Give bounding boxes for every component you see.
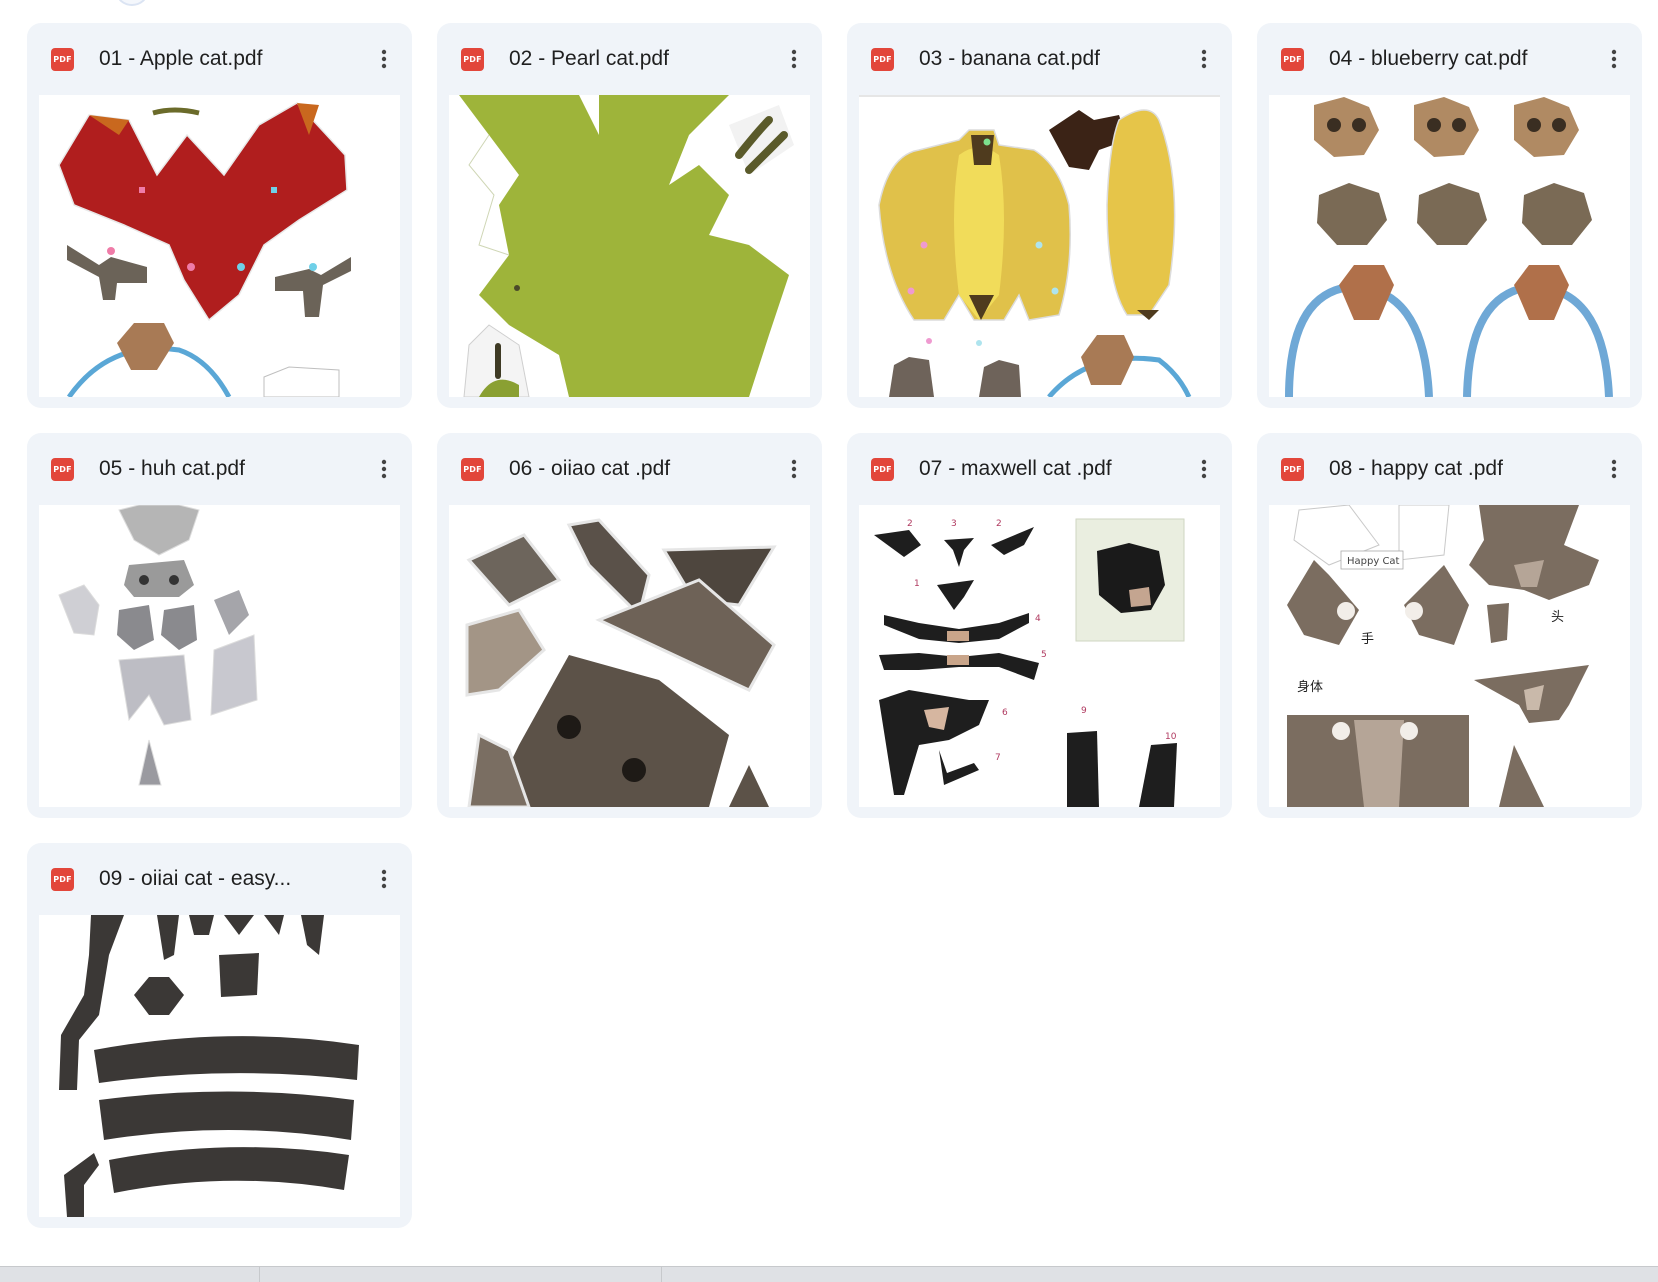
happy-cat-label: Happy Cat — [1347, 556, 1400, 567]
pdf-icon: PDF — [51, 458, 74, 481]
file-name[interactable]: 04 - blueberry cat.pdf — [1329, 47, 1579, 71]
file-thumbnail[interactable] — [449, 95, 810, 397]
file-thumbnail[interactable]: 2 3 2 1 4 5 6 7 9 10 — [859, 505, 1220, 807]
more-actions-button[interactable] — [370, 43, 398, 75]
file-name[interactable]: 03 - banana cat.pdf — [919, 47, 1169, 71]
part-number: 7 — [995, 753, 1001, 763]
part-number: 6 — [1002, 708, 1008, 718]
pdf-icon: PDF — [51, 48, 74, 71]
part-number: 4 — [1035, 614, 1041, 624]
file-thumbnail[interactable] — [39, 95, 400, 397]
more-vertical-icon — [1201, 459, 1207, 479]
file-card[interactable]: PDF 06 - oiiao cat .pdf — [437, 433, 822, 818]
file-card[interactable]: PDF 03 - banana cat.pdf — [847, 23, 1232, 408]
file-card-header[interactable]: PDF 03 - banana cat.pdf — [847, 23, 1232, 95]
part-number: 5 — [1041, 650, 1047, 660]
part-number: 2 — [907, 519, 913, 529]
file-thumbnail[interactable] — [39, 915, 400, 1217]
pdf-icon: PDF — [871, 48, 894, 71]
more-vertical-icon — [791, 49, 797, 69]
file-card-header[interactable]: PDF 06 - oiiao cat .pdf — [437, 433, 822, 505]
part-number: 2 — [996, 519, 1002, 529]
file-card[interactable]: PDF 02 - Pearl cat.pdf — [437, 23, 822, 408]
more-actions-button[interactable] — [1600, 43, 1628, 75]
file-card-header[interactable]: PDF 04 - blueberry cat.pdf — [1257, 23, 1642, 95]
file-thumbnail[interactable] — [39, 505, 400, 807]
file-grid: PDF 01 - Apple cat.pdf PDF 02 - Pearl ca… — [27, 23, 1642, 1228]
file-card-header[interactable]: PDF 08 - happy cat .pdf — [1257, 433, 1642, 505]
file-card-header[interactable]: PDF 09 - oiiai cat - easy... — [27, 843, 412, 915]
more-actions-button[interactable] — [370, 453, 398, 485]
pdf-icon: PDF — [1281, 458, 1304, 481]
more-actions-button[interactable] — [780, 453, 808, 485]
pdf-icon: PDF — [871, 458, 894, 481]
file-card[interactable]: PDF 08 - happy cat .pdf Happy Cat 手 头 身体 — [1257, 433, 1642, 818]
part-number: 1 — [914, 579, 920, 589]
file-card[interactable]: PDF 05 - huh cat.pdf — [27, 433, 412, 818]
more-actions-button[interactable] — [780, 43, 808, 75]
scroll-indicator — [116, 0, 148, 6]
hand-label: 手 — [1361, 632, 1374, 647]
file-card-header[interactable]: PDF 02 - Pearl cat.pdf — [437, 23, 822, 95]
pdf-icon: PDF — [461, 458, 484, 481]
more-vertical-icon — [381, 49, 387, 69]
file-thumbnail[interactable] — [1269, 95, 1630, 397]
pdf-icon: PDF — [51, 868, 74, 891]
more-vertical-icon — [381, 459, 387, 479]
file-name[interactable]: 02 - Pearl cat.pdf — [509, 47, 759, 71]
more-vertical-icon — [1611, 49, 1617, 69]
part-number: 9 — [1081, 706, 1087, 716]
more-vertical-icon — [1611, 459, 1617, 479]
file-card[interactable]: PDF 01 - Apple cat.pdf — [27, 23, 412, 408]
file-thumbnail[interactable]: Happy Cat 手 头 身体 — [1269, 505, 1630, 807]
file-card[interactable]: PDF 04 - blueberry cat.pdf — [1257, 23, 1642, 408]
more-actions-button[interactable] — [1600, 453, 1628, 485]
file-name[interactable]: 09 - oiiai cat - easy... — [99, 867, 349, 891]
part-number: 10 — [1165, 732, 1177, 742]
file-name[interactable]: 01 - Apple cat.pdf — [99, 47, 349, 71]
file-name[interactable]: 08 - happy cat .pdf — [1329, 457, 1579, 481]
file-card-header[interactable]: PDF 01 - Apple cat.pdf — [27, 23, 412, 95]
file-thumbnail[interactable] — [859, 95, 1220, 397]
drive-file-grid-page: PDF 01 - Apple cat.pdf PDF 02 - Pearl ca… — [0, 0, 1658, 1282]
part-number: 3 — [951, 519, 957, 529]
file-name[interactable]: 05 - huh cat.pdf — [99, 457, 349, 481]
file-name[interactable]: 06 - oiiao cat .pdf — [509, 457, 759, 481]
more-vertical-icon — [791, 459, 797, 479]
more-vertical-icon — [381, 869, 387, 889]
pdf-icon: PDF — [461, 48, 484, 71]
pdf-icon: PDF — [1281, 48, 1304, 71]
file-card-header[interactable]: PDF 05 - huh cat.pdf — [27, 433, 412, 505]
more-actions-button[interactable] — [1190, 43, 1218, 75]
file-card[interactable]: PDF 09 - oiiai cat - easy... — [27, 843, 412, 1228]
file-card[interactable]: PDF 07 - maxwell cat .pdf 2 3 2 1 4 5 6 … — [847, 433, 1232, 818]
file-name[interactable]: 07 - maxwell cat .pdf — [919, 457, 1169, 481]
more-vertical-icon — [1201, 49, 1207, 69]
more-actions-button[interactable] — [370, 863, 398, 895]
file-card-header[interactable]: PDF 07 - maxwell cat .pdf — [847, 433, 1232, 505]
file-thumbnail[interactable] — [449, 505, 810, 807]
body-label: 身体 — [1297, 679, 1323, 695]
bottom-bar — [0, 1266, 1658, 1282]
head-label: 头 — [1551, 610, 1564, 625]
more-actions-button[interactable] — [1190, 453, 1218, 485]
